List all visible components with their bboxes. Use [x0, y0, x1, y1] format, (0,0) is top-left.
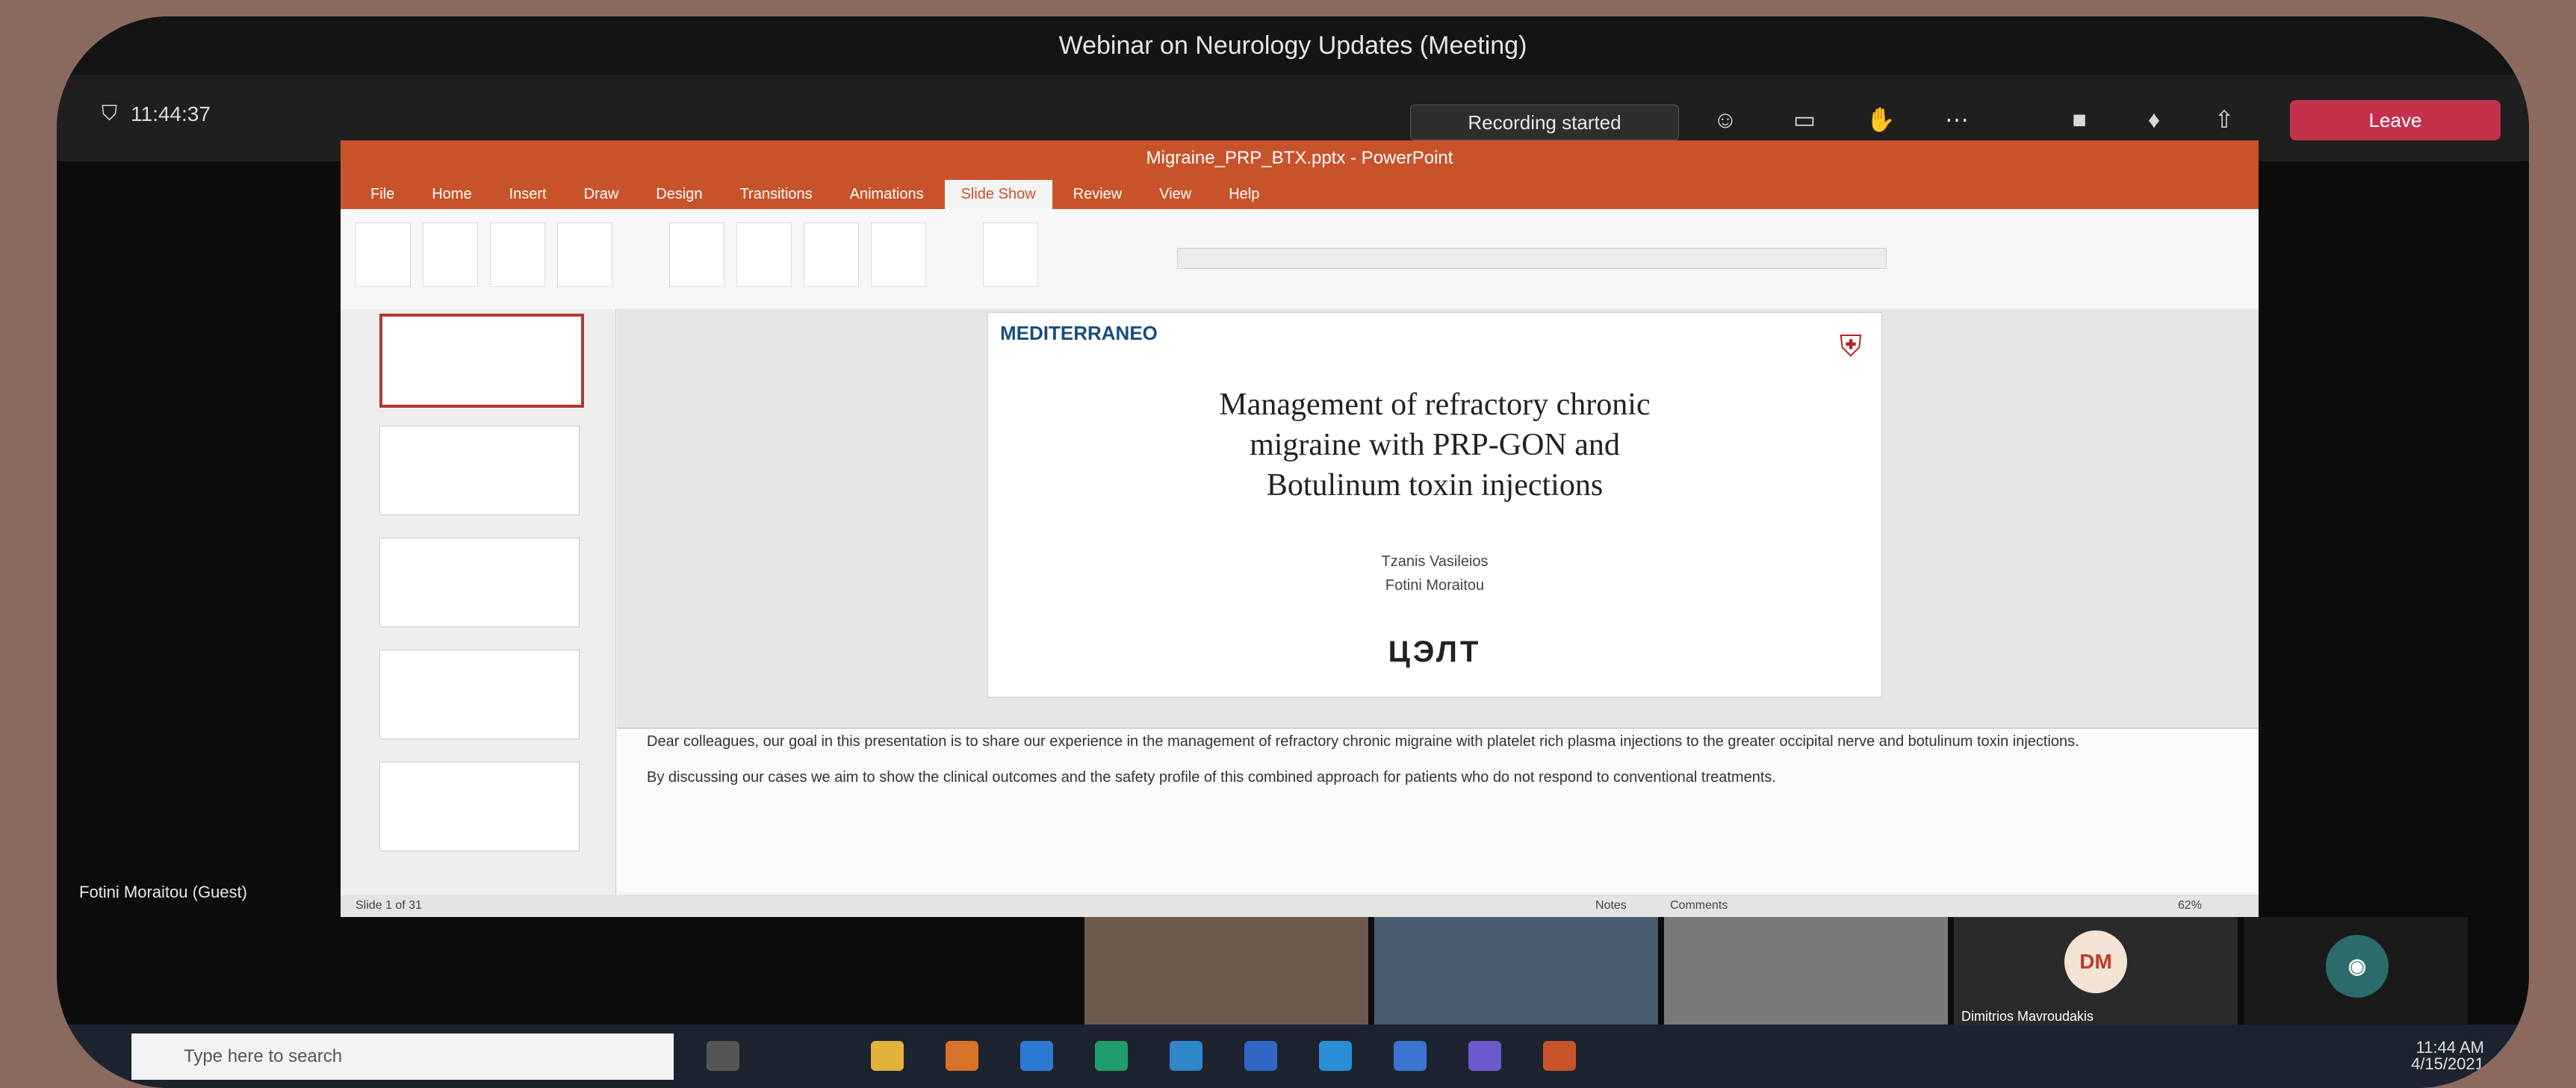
window-title: Webinar on Neurology Updates (Meeting): [57, 16, 2529, 75]
ppt-status-bar: Slide 1 of 31 Notes Comments 62%: [341, 895, 2259, 917]
tab-help[interactable]: Help: [1212, 180, 1276, 209]
windows-taskbar: Type here to search 11:44 AM 4/15/2021: [57, 1025, 2529, 1088]
participant-video[interactable]: [1664, 917, 1948, 1029]
app-icon[interactable]: [1095, 1041, 1128, 1071]
word-icon[interactable]: [1244, 1041, 1277, 1071]
powerpoint-icon[interactable]: [1543, 1041, 1576, 1071]
tab-home[interactable]: Home: [415, 180, 488, 209]
slide-counter: Slide 1 of 31: [356, 899, 422, 912]
tab-insert[interactable]: Insert: [493, 180, 563, 209]
slide-thumbnail[interactable]: [379, 762, 580, 851]
slide-thumbnails: [341, 309, 616, 899]
zoom-level[interactable]: 62%: [2178, 895, 2202, 917]
slide-title: Management of refractory chronic migrain…: [988, 385, 1881, 506]
setup-show-button[interactable]: [669, 223, 724, 287]
slide-thumbnail[interactable]: [379, 314, 584, 408]
tab-review[interactable]: Review: [1057, 180, 1139, 209]
tab-view[interactable]: View: [1143, 180, 1208, 209]
clock-time: 11:44 AM: [2415, 1038, 2484, 1057]
chat-icon[interactable]: ▭: [1788, 105, 1821, 134]
file-explorer-icon[interactable]: [871, 1041, 904, 1071]
ribbon-tabs: File Home Insert Draw Design Transitions…: [341, 176, 2259, 209]
raise-hand-icon[interactable]: ✋: [1864, 105, 1897, 134]
tab-design[interactable]: Design: [639, 180, 719, 209]
slide-thumbnail[interactable]: [379, 426, 580, 515]
slide-logo: MEDITERRANEO: [1000, 322, 1158, 344]
avatar-icon: ◉: [2326, 935, 2389, 998]
tab-file[interactable]: File: [354, 180, 411, 209]
slide-title-line: Botulinum toxin injections: [1266, 468, 1604, 503]
custom-show-button[interactable]: [557, 223, 612, 287]
notes-toggle[interactable]: Notes: [1595, 895, 1627, 917]
slide-pane: MEDITERRANEO ⛨ Management of refractory …: [617, 309, 2259, 727]
slide-thumbnail[interactable]: [379, 538, 580, 627]
mic-icon[interactable]: ♦: [2138, 105, 2170, 134]
slide-author: Fotini Moraitou: [1385, 577, 1485, 594]
from-current-button[interactable]: [423, 223, 478, 287]
current-slide[interactable]: MEDITERRANEO ⛨ Management of refractory …: [987, 312, 1882, 697]
recording-indicator[interactable]: Recording started: [1410, 105, 1679, 140]
avatar: DM: [2064, 930, 2127, 993]
participant-tile[interactable]: ◉: [2244, 917, 2468, 1029]
participant-video[interactable]: [1084, 917, 1368, 1029]
outlook-icon[interactable]: [1170, 1041, 1202, 1071]
record-button[interactable]: [871, 223, 926, 287]
participant-name: Dimitrios Mavroudakis: [1961, 1009, 2094, 1024]
camera-icon[interactable]: ■: [2063, 105, 2096, 134]
monitor-select[interactable]: [1177, 248, 1887, 269]
notes-paragraph: By discussing our cases we aim to show t…: [647, 769, 1776, 786]
comments-toggle[interactable]: Comments: [1670, 895, 1728, 917]
rehearse-timings-button[interactable]: [804, 223, 859, 287]
ribbon: [341, 209, 2259, 310]
participant-tile[interactable]: DM Dimitrios Mavroudakis: [1954, 917, 2238, 1029]
app-icon[interactable]: [1394, 1041, 1427, 1071]
tab-animations[interactable]: Animations: [834, 180, 940, 209]
slide-title-line: migraine with PRP-GON and: [1250, 428, 1620, 462]
shared-screen: Migraine_PRP_BTX.pptx - PowerPoint File …: [341, 140, 2259, 917]
edge-icon[interactable]: [1020, 1041, 1053, 1071]
ppt-title-bar: Migraine_PRP_BTX.pptx - PowerPoint: [341, 140, 2259, 176]
shield-icon: ⛉: [102, 102, 118, 125]
timer-text: 11:44:37: [131, 102, 211, 125]
clock-date: 4/15/2021: [2411, 1054, 2484, 1073]
tab-transitions[interactable]: Transitions: [724, 180, 829, 209]
hide-slide-button[interactable]: [736, 223, 792, 287]
desktop-screen: Webinar on Neurology Updates (Meeting) ⛉…: [57, 16, 2529, 1088]
crest-icon: ⛨: [1840, 330, 1862, 363]
leave-button[interactable]: Leave: [2290, 100, 2501, 140]
share-icon[interactable]: ⇧: [2208, 105, 2241, 134]
slide-title-line: Management of refractory chronic: [1219, 388, 1651, 422]
people-icon[interactable]: ☺: [1709, 105, 1742, 134]
ppt-title: Migraine_PRP_BTX.pptx - PowerPoint: [1146, 148, 1453, 168]
more-icon[interactable]: ⋯: [1940, 105, 1973, 134]
notes-paragraph: Dear colleagues, our goal in this presen…: [647, 733, 2079, 750]
browser-icon[interactable]: [946, 1041, 978, 1071]
teams-icon[interactable]: [1468, 1041, 1501, 1071]
task-view-icon[interactable]: [707, 1041, 739, 1071]
system-tray[interactable]: 11:44 AM 4/15/2021: [2411, 1039, 2484, 1072]
meeting-timer: ⛉ 11:44:37: [102, 102, 211, 126]
slide-brand: ЦЭЛТ: [1388, 635, 1482, 668]
speaker-label: Fotini Moraitou (Guest): [79, 883, 247, 901]
app-icon[interactable]: [1319, 1041, 1352, 1071]
present-online-button[interactable]: [490, 223, 545, 287]
tab-draw[interactable]: Draw: [568, 180, 636, 209]
taskbar-search[interactable]: Type here to search: [131, 1033, 674, 1080]
captions-button[interactable]: [983, 223, 1038, 287]
from-beginning-button[interactable]: [356, 223, 411, 287]
slide-thumbnail[interactable]: [379, 650, 580, 739]
tab-slide-show[interactable]: Slide Show: [944, 180, 1052, 209]
speaker-notes[interactable]: Dear colleagues, our goal in this presen…: [617, 727, 2259, 892]
slide-author: Tzanis Vasileios: [1381, 553, 1489, 570]
participant-video[interactable]: [1374, 917, 1658, 1029]
